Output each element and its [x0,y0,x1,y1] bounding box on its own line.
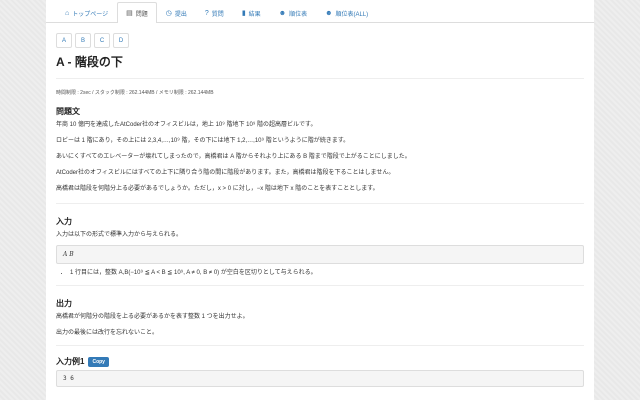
user-icon: ☻ [325,9,333,17]
task-tabs: A B C D [56,33,584,48]
task-tab-d[interactable]: D [113,33,129,48]
copy-button[interactable]: Copy [88,356,109,367]
home-icon: ⌂ [65,9,70,17]
limits-text: 時間制限 : 2sec / スタック制限 : 262.144MB / メモリ制限… [56,90,214,96]
input-intro: 入力は以下の形式で標準入力から与えられる。 [56,232,183,238]
list-icon: ▤ [126,9,133,17]
nav-problems-label: 問題 [135,11,148,18]
user-icon: ☻ [278,9,287,17]
problem-paragraph: 年商 10 億円を達成したAtCoder社のオフィスビルは，地上 10⁹ 階地下… [56,122,317,128]
nav-standings-all-label: 順位表(ALL) [335,11,369,18]
nav-results[interactable]: ▮ 結果 [233,2,270,23]
task-tab-b[interactable]: B [75,33,91,48]
divider [56,78,584,79]
nav-questions[interactable]: ? 質問 [196,2,233,23]
page-container: ⌂ トップページ ▤ 問題 ◷ 提出 ? 質問 ▮ 結果 ☻ 順位表 ☻ 順位表… [46,0,594,400]
nav-submit-label: 提出 [174,11,187,18]
chart-icon: ▮ [241,9,246,17]
problem-heading: 問題文 [56,107,80,116]
input-heading: 入力 [56,217,72,226]
nav-standings-label: 順位表 [289,11,308,18]
sample-input-block: 3 6 [56,370,584,387]
divider [56,203,584,204]
problem-paragraph: AtCoder社のオフィスビルにはすべての上下に隣り合う階の間に階段があります。… [56,170,395,176]
output-paragraph: 高橋君が何階分の階段を上る必要があるかを表す整数 1 つを出力せよ。 [56,314,249,320]
nav-standings[interactable]: ☻ 順位表 [270,2,316,23]
task-tab-c[interactable]: C [94,33,110,48]
sample-heading-row: 入力例1 Copy [56,356,584,367]
problem-paragraph: あいにくすべてのエレベーターが壊れてしまったので，高橋君は A 階からそれより上… [56,154,411,160]
nav-submit[interactable]: ◷ 提出 [157,2,196,23]
nav-problems[interactable]: ▤ 問題 [117,2,157,23]
problem-paragraph: 高橋君は階段を何階分上る必要があるでしょうか。ただし，x > 0 に対し，−x … [56,186,379,192]
main-content: A B C D A - 階段の下 時間制限 : 2sec / スタック制限 : … [46,23,594,387]
top-nav: ⌂ トップページ ▤ 問題 ◷ 提出 ? 質問 ▮ 結果 ☻ 順位表 ☻ 順位表… [46,0,594,23]
sample-heading: 入力例1 [56,357,85,366]
nav-questions-label: 質問 [211,11,224,18]
constraint-item: 1 行目には，整数 A,B(−10⁹ ≦ A < B ≦ 10⁹, A ≠ 0,… [70,269,584,277]
nav-home-label: トップページ [72,11,109,18]
problem-paragraph: ロビーは 1 階にあり，その上には 2,3,4,…,10⁹ 階，その下には地下 … [56,138,350,144]
clock-icon: ◷ [165,9,172,17]
constraints-list: 1 行目には，整数 A,B(−10⁹ ≦ A < B ≦ 10⁹, A ≠ 0,… [56,269,584,277]
nav-results-label: 結果 [248,11,261,18]
divider [56,345,584,346]
output-heading: 出力 [56,299,72,308]
nav-home[interactable]: ⌂ トップページ [56,2,117,23]
input-format-block: A B [56,245,584,264]
task-tab-a[interactable]: A [56,33,72,48]
nav-standings-all[interactable]: ☻ 順位表(ALL) [316,2,377,23]
question-icon: ? [204,9,209,17]
divider [56,285,584,286]
output-paragraph: 出力の最後には改行を忘れないこと。 [56,330,159,336]
page-title: A - 階段の下 [56,55,123,69]
